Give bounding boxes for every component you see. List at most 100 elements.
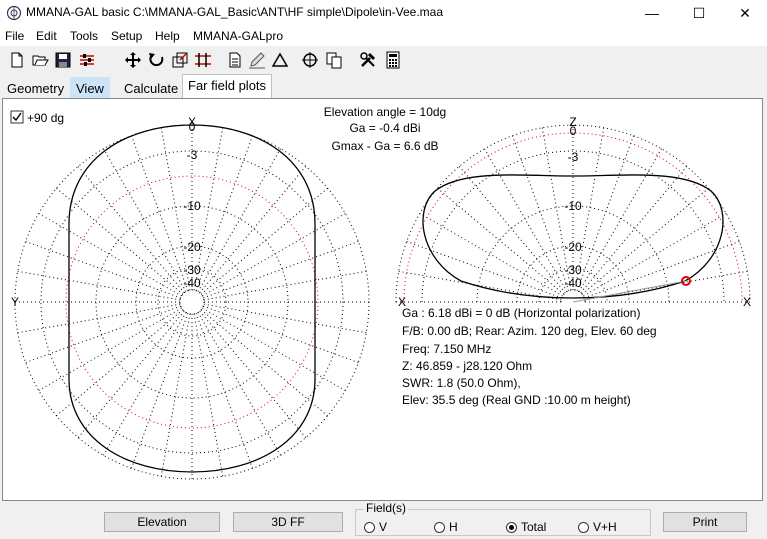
- minimize-button[interactable]: —: [629, 0, 675, 26]
- tab-geometry[interactable]: Geometry: [1, 77, 70, 98]
- target-icon[interactable]: [301, 51, 319, 69]
- rotate-icon[interactable]: [148, 51, 166, 69]
- menu-setup[interactable]: Setup: [111, 29, 142, 43]
- azimuth-grid-spoke: [202, 307, 346, 391]
- info-elevation: Elev: 35.5 deg (Real GND :10.00 m height…: [402, 393, 631, 407]
- azimuth-grid-spoke: [130, 135, 189, 291]
- close-button[interactable]: ✕: [722, 0, 767, 26]
- stretch-icon[interactable]: [171, 51, 189, 69]
- elevation-scale-label: -3: [568, 150, 579, 164]
- azimuth-y-axis-label: Y: [11, 295, 19, 309]
- azimuth-plot-grid: [14, 124, 370, 480]
- menu-mmana-galpro[interactable]: MMANA-GALpro: [193, 29, 283, 43]
- elevation-scale-label: -20: [564, 240, 582, 254]
- azimuth-grid-spoke: [77, 310, 185, 438]
- radio-v-plus-h[interactable]: V+H: [578, 520, 617, 534]
- azimuth-grid-spoke: [160, 313, 191, 477]
- azimuth-scale-label: 0: [189, 120, 196, 134]
- azimuth-grid-spoke: [103, 148, 187, 292]
- save-icon[interactable]: [54, 51, 72, 69]
- open-folder-icon[interactable]: [31, 51, 49, 69]
- azimuth-grid-spoke: [38, 213, 182, 297]
- azimuth-scale-label: -10: [183, 199, 201, 213]
- azimuth-grid-spoke: [203, 240, 359, 299]
- azimuth-grid-ring: [40, 150, 344, 454]
- ga-text: Ga = -0.4 dBi: [349, 121, 420, 135]
- title-bar: MMANA-GAL basic C:\MMANA-GAL_Basic\ANT\H…: [0, 0, 767, 26]
- azimuth-grid-spoke: [38, 307, 182, 391]
- elevation-grid-spoke: [583, 213, 727, 297]
- toolbar: [0, 46, 767, 74]
- new-file-icon[interactable]: [8, 51, 26, 69]
- azimuth-grid-spoke: [197, 312, 281, 456]
- tab-calculate[interactable]: Calculate: [118, 77, 184, 98]
- azimuth-grid-spoke: [200, 309, 328, 417]
- print-button[interactable]: Print: [663, 512, 747, 532]
- azimuth-scale-label: -40: [183, 276, 201, 290]
- sliders-icon[interactable]: [78, 51, 96, 69]
- elevation-angle-text: Elevation angle = 10dg: [324, 105, 446, 119]
- tab-bar: Geometry View Calculate Far field plots: [0, 74, 767, 98]
- menu-tools[interactable]: Tools: [70, 29, 98, 43]
- azimuth-grid-spoke: [56, 309, 184, 417]
- azimuth-scale-label: -20: [183, 240, 201, 254]
- plus90-label: +90 dg: [27, 111, 64, 125]
- far-field-plots: +90 dg Elevation angle = 10dg Ga = -0.4 …: [10, 105, 751, 480]
- radio-v[interactable]: V: [364, 520, 387, 534]
- 3d-ff-button[interactable]: 3D FF: [233, 512, 343, 532]
- elevation-scale-label: -30: [564, 263, 582, 277]
- azimuth-grid-spoke: [25, 240, 181, 299]
- elevation-grid-spoke: [484, 148, 568, 292]
- pen-icon[interactable]: [248, 51, 266, 69]
- azimuth-grid-spoke: [17, 303, 181, 334]
- elevation-grid-spoke: [576, 135, 635, 291]
- azimuth-scale-label: -30: [183, 263, 201, 277]
- elevation-grid-spoke: [458, 166, 566, 294]
- menu-bar: File Edit Tools Setup Help MMANA-GALpro: [0, 26, 767, 46]
- elevation-scale-label: -40: [564, 276, 582, 290]
- azimuth-scale-label: -3: [187, 148, 198, 162]
- azimuth-grid-spoke: [195, 135, 254, 291]
- azimuth-grid-spoke: [203, 305, 359, 364]
- azimuth-grid-ring: [179, 289, 205, 315]
- menu-help[interactable]: Help: [155, 29, 180, 43]
- tools-icon[interactable]: [359, 51, 377, 69]
- triangle-icon[interactable]: [271, 51, 289, 69]
- azimuth-grid-spoke: [197, 148, 281, 292]
- tab-far-field-plots[interactable]: Far field plots: [182, 74, 273, 98]
- menu-edit[interactable]: Edit: [36, 29, 57, 43]
- fields-legend: Field(s): [364, 501, 409, 515]
- menu-file[interactable]: File: [5, 29, 24, 43]
- elevation-max-line: [572, 280, 687, 303]
- radio-total[interactable]: Total: [506, 520, 546, 534]
- azimuth-grid-spoke: [203, 270, 367, 301]
- elevation-grid-spoke: [580, 166, 688, 294]
- elevation-scale-label: 0: [570, 124, 577, 138]
- azimuth-grid-spoke: [202, 213, 346, 297]
- document-icon[interactable]: [226, 51, 244, 69]
- app-icon: [6, 5, 22, 21]
- wires-icon[interactable]: [194, 51, 212, 69]
- info-gain: Ga : 6.18 dBi = 0 dB (Horizontal polariz…: [402, 306, 640, 320]
- gmax-ga-text: Gmax - Ga = 6.6 dB: [331, 139, 438, 153]
- maximize-button[interactable]: ☐: [676, 0, 722, 26]
- fields-group: Field(s) V H Total V+H: [355, 501, 651, 536]
- move-icon[interactable]: [124, 51, 142, 69]
- elevation-x-right-label: X: [743, 295, 751, 309]
- window-title: MMANA-GAL basic C:\MMANA-GAL_Basic\ANT\H…: [26, 5, 443, 19]
- copy-icon[interactable]: [325, 51, 343, 69]
- elevation-grid-spoke: [419, 213, 563, 297]
- elevation-grid-spoke: [578, 148, 662, 292]
- azimuth-grid-spoke: [56, 187, 184, 295]
- info-swr: SWR: 1.8 (50.0 Ohm),: [402, 376, 521, 390]
- tab-view[interactable]: View: [70, 77, 110, 98]
- elevation-button[interactable]: Elevation: [104, 512, 220, 532]
- azimuth-grid-spoke: [77, 166, 185, 294]
- calculator-icon[interactable]: [384, 51, 402, 69]
- plus90-checkbox[interactable]: [10, 110, 24, 124]
- radio-h[interactable]: H: [434, 520, 458, 534]
- azimuth-grid-spoke: [130, 313, 189, 469]
- info-impedance: Z: 46.859 - j28.120 Ohm: [402, 359, 532, 373]
- elevation-scale-labels: 0 -3 -10 -20 -30-40: [564, 124, 582, 290]
- azimuth-grid-spoke: [199, 166, 307, 294]
